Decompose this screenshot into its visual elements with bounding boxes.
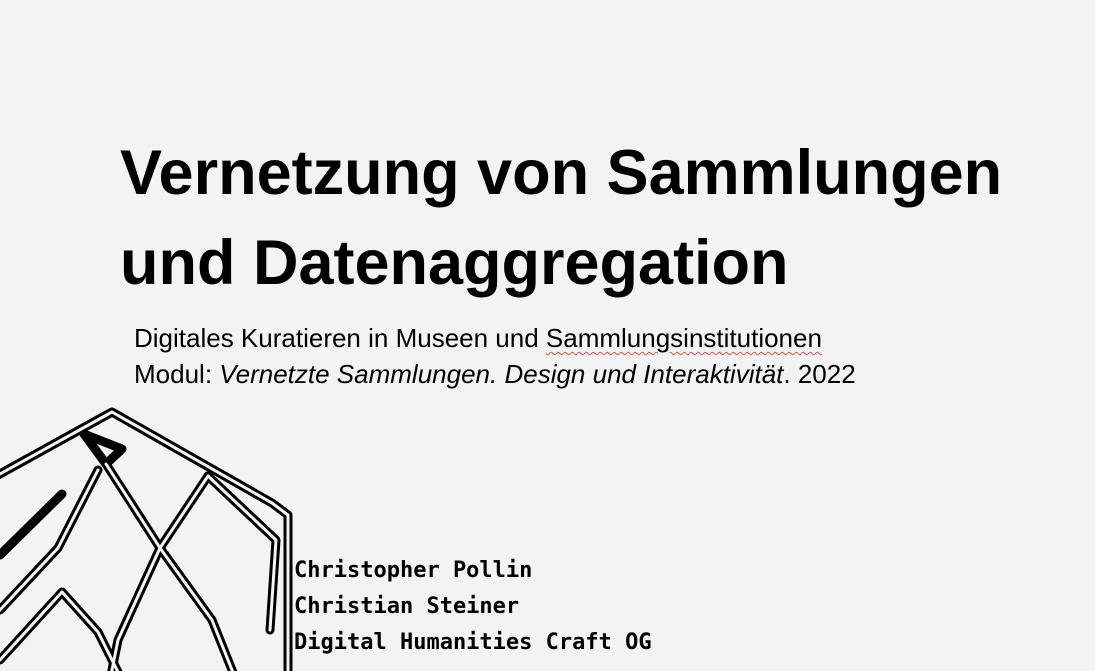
presentation-slide: Vernetzung von Sammlungen und Datenaggre… [0, 0, 1095, 671]
module-name: Vernetzte Sammlungen. Design und Interak… [219, 359, 784, 389]
slide-title-line-1: Vernetzung von Sammlungen [120, 138, 1003, 208]
subtitle-line-2: Modul: Vernetzte Sammlungen. Design und … [134, 356, 1074, 392]
author-list: Christopher Pollin Christian Steiner Dig… [294, 553, 652, 661]
subtitle-line-1: Digitales Kuratieren in Museen und Samml… [134, 320, 1074, 356]
author-christopher-pollin: Christopher Pollin [294, 558, 533, 583]
subtitle-line-2-prefix: Modul: [134, 359, 220, 389]
slide-title-line-2: und Datenaggregation [120, 228, 789, 298]
geometric-lattice-logo-icon [0, 407, 293, 671]
slide-title: Vernetzung von Sammlungen und Datenaggre… [120, 128, 1080, 308]
author-organization: Digital Humanities Craft OG [294, 630, 652, 655]
subtitle-line-1-text: Digitales Kuratieren in Museen und [134, 323, 546, 353]
spellcheck-flagged-word: Sammlungsinstitutionen [545, 323, 822, 353]
subtitle-line-2-suffix: . 2022 [783, 359, 856, 389]
author-christian-steiner: Christian Steiner [294, 594, 520, 619]
slide-subtitle: Digitales Kuratieren in Museen und Samml… [134, 320, 1074, 392]
